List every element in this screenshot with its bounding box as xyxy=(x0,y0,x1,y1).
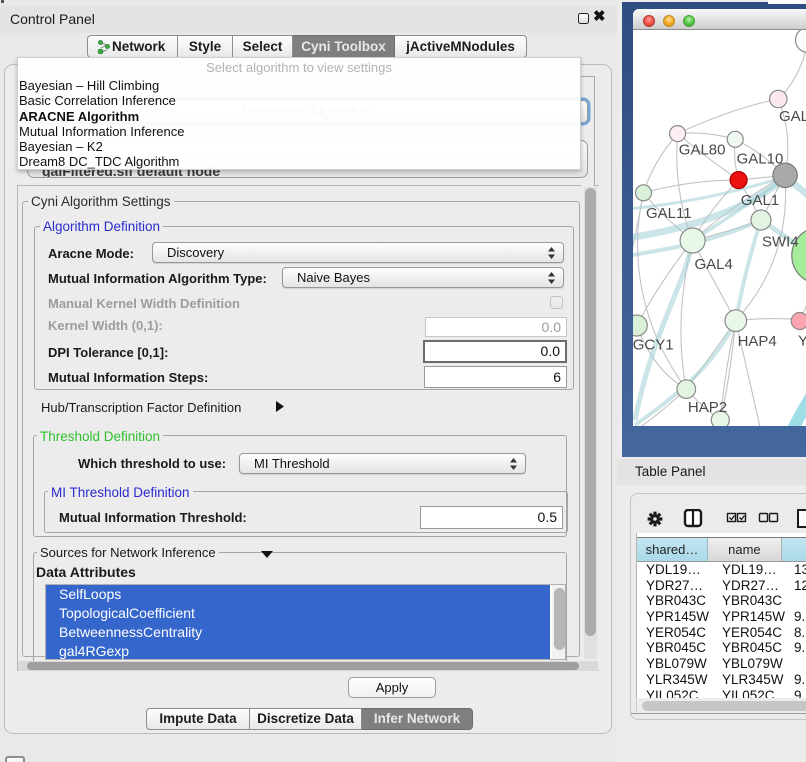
svg-text:GAL10: GAL10 xyxy=(737,150,784,167)
svg-text:GAL1: GAL1 xyxy=(741,192,779,209)
svg-text:YE: YE xyxy=(798,333,806,350)
svg-text:GAL4: GAL4 xyxy=(695,256,733,273)
svg-text:SWI4: SWI4 xyxy=(762,234,799,251)
svg-text:GCY1: GCY1 xyxy=(633,336,674,353)
svg-text:HAP4: HAP4 xyxy=(738,333,777,350)
svg-text:GAL11: GAL11 xyxy=(646,205,692,222)
svg-text:GAL8: GAL8 xyxy=(779,108,806,125)
svg-text:GAL80: GAL80 xyxy=(679,142,726,159)
svg-text:HAP2: HAP2 xyxy=(688,399,727,416)
